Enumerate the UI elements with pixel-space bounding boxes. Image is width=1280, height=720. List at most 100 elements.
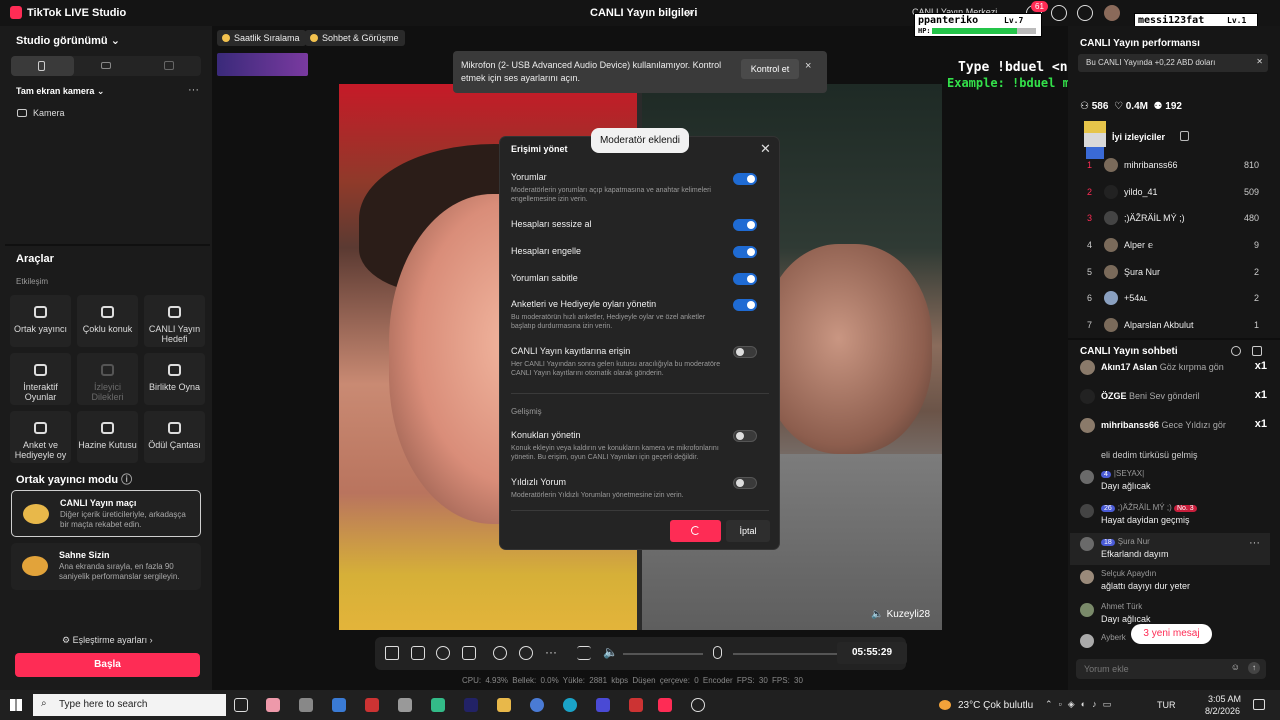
- chat-message[interactable]: Selçuk Apaydın ağlattı dayıyı dur yeter: [1077, 569, 1267, 599]
- more-options-icon[interactable]: ···: [188, 84, 199, 96]
- tool-cohost[interactable]: Ortak yayıncı: [10, 295, 71, 347]
- chat-message[interactable]: 4 |SEYAX| Dayı ağlıcak: [1077, 469, 1267, 499]
- chat-message-hovered[interactable]: 18 Şura Nur Efkarlandı dayım ···: [1070, 533, 1270, 565]
- windows-start-icon[interactable]: [10, 699, 22, 711]
- tool-reward-bag[interactable]: Ödül Çantası: [144, 411, 205, 463]
- microphone-icon[interactable]: [713, 646, 722, 659]
- taskbar-search[interactable]: ⌕ Type here to search: [33, 694, 226, 716]
- toggle-starred[interactable]: [733, 477, 757, 489]
- toggle-comments[interactable]: [733, 173, 757, 185]
- copilot-icon[interactable]: [266, 698, 280, 712]
- live-match-card[interactable]: CANLI Yayın maçı Diğer içerik üreticiler…: [11, 490, 201, 537]
- magic-wand-icon[interactable]: [385, 646, 399, 660]
- check-button[interactable]: Kontrol et: [741, 59, 799, 79]
- more-icon[interactable]: ···: [545, 645, 557, 659]
- app-icon[interactable]: [464, 698, 478, 712]
- avatar[interactable]: [1104, 5, 1120, 21]
- pairing-settings-link[interactable]: ⚙ Eşleştirme ayarları ›: [62, 635, 153, 646]
- settings-icon[interactable]: [519, 646, 533, 660]
- weather-text[interactable]: 23°C Çok bulutlu: [958, 700, 1033, 711]
- tool-multi-guest[interactable]: Çoklu konuk: [77, 295, 138, 347]
- more-icon[interactable]: ···: [1249, 537, 1260, 549]
- app-icon[interactable]: [629, 698, 643, 712]
- effects-icon[interactable]: [411, 646, 425, 660]
- app-icon[interactable]: [365, 698, 379, 712]
- close-icon[interactable]: ×: [805, 60, 811, 72]
- toggle-block[interactable]: [733, 246, 757, 258]
- filter-icon[interactable]: [436, 646, 450, 660]
- popout-icon[interactable]: [1252, 346, 1262, 356]
- start-live-button[interactable]: Başla: [15, 653, 200, 677]
- emoji-icon[interactable]: ☺: [1231, 662, 1240, 672]
- confirm-button-loading[interactable]: [670, 520, 721, 542]
- chat-settings-icon[interactable]: [1231, 346, 1241, 356]
- mail-icon[interactable]: [332, 698, 346, 712]
- tool-poll[interactable]: Anket ve Hediyeyle oy: [10, 411, 71, 463]
- volume-slider[interactable]: [623, 653, 703, 655]
- live-info-title[interactable]: CANLI Yayın bilgileri: [590, 7, 697, 19]
- ranking-row[interactable]: 2 yildo_41 509: [1077, 183, 1265, 203]
- ranking-row[interactable]: 6 +54ᴀʟ 2: [1077, 289, 1265, 309]
- cancel-button[interactable]: İptal: [726, 520, 770, 542]
- landscape-option[interactable]: [75, 56, 138, 76]
- likes-count: 0.4M: [1125, 101, 1148, 112]
- hourly-ranking-chip[interactable]: Saatlik Sıralama: [217, 30, 306, 46]
- close-icon[interactable]: ✕: [1256, 57, 1263, 66]
- chat-message[interactable]: 26 ;)ÄŽRÄİL MÝ ;) No. 3 Hayat dayidan geçm…: [1077, 503, 1267, 533]
- list-icon[interactable]: [1180, 131, 1189, 141]
- app-icon[interactable]: [691, 698, 705, 712]
- tool-live-goal[interactable]: CANLI Yayın Hedefi: [144, 295, 205, 347]
- stage-mode-card[interactable]: Sahne Sizin Ana ekranda sırayla, en fazl…: [11, 543, 201, 590]
- record-icon[interactable]: [493, 646, 507, 660]
- tool-interactive-games[interactable]: İnteraktif Oyunlar: [10, 353, 71, 405]
- info-icon[interactable]: ⓘ: [121, 474, 132, 486]
- studio-view-dropdown[interactable]: Studio görünümü ⌄: [16, 34, 120, 47]
- app-icon[interactable]: [299, 698, 313, 712]
- chrome-icon[interactable]: [530, 698, 544, 712]
- ranking-row[interactable]: 7 Alparslan Akbulut 1: [1077, 316, 1265, 336]
- app-icon[interactable]: [431, 698, 445, 712]
- toggle-mute[interactable]: [733, 219, 757, 231]
- notification-center-icon[interactable]: [1253, 699, 1265, 710]
- toggle-recordings[interactable]: [733, 346, 757, 358]
- settings-gear-icon[interactable]: [1077, 5, 1093, 21]
- rank-score: 9: [1253, 240, 1259, 250]
- ranking-row[interactable]: 4 Alper 𝕖 9: [1077, 236, 1265, 256]
- close-icon[interactable]: ✕: [760, 141, 771, 157]
- app-icon[interactable]: [596, 698, 610, 712]
- new-messages-pill[interactable]: 3 yeni mesaj: [1131, 624, 1212, 644]
- ranking-row[interactable]: 3 ;)ÄŽRÄİL MÝ ;) 480: [1077, 209, 1265, 229]
- portrait-option[interactable]: [11, 56, 74, 76]
- tool-play-together[interactable]: Birlikte Oyna: [144, 353, 205, 405]
- ranking-row[interactable]: 1 mihribanss66 810: [1077, 156, 1265, 176]
- player1-name: ppanteriko: [918, 15, 979, 26]
- tool-treasure-box[interactable]: Hazine Kutusu: [77, 411, 138, 463]
- ranking-row[interactable]: 5 Şura Nur 2: [1077, 263, 1265, 283]
- task-view-icon[interactable]: [234, 698, 248, 712]
- file-explorer-icon[interactable]: [497, 698, 511, 712]
- add-source-icon[interactable]: [462, 646, 476, 660]
- chat-input[interactable]: Yorum ekle ☺ ↑: [1076, 659, 1266, 679]
- send-icon[interactable]: ↑: [1248, 662, 1260, 674]
- speaker-icon[interactable]: 🔈: [603, 645, 618, 659]
- mic-slider[interactable]: [733, 653, 843, 655]
- help-icon[interactable]: [1051, 5, 1067, 21]
- toggle-pin[interactable]: [733, 273, 757, 285]
- clock-time[interactable]: 3:05 AM: [1208, 694, 1241, 704]
- clock-date[interactable]: 8/2/2026: [1205, 706, 1240, 716]
- dual-option[interactable]: [138, 56, 201, 76]
- mixer-icon[interactable]: [577, 646, 591, 660]
- perm-title: CANLI Yayın kayıtlarına erişin: [511, 346, 631, 356]
- chat-call-chip[interactable]: Sohbet & Görüşme: [305, 30, 405, 46]
- promo-banner[interactable]: [217, 53, 308, 76]
- toggle-polls[interactable]: [733, 299, 757, 311]
- language-indicator[interactable]: TUR: [1157, 700, 1176, 710]
- camera-source[interactable]: Kamera: [33, 108, 65, 118]
- tiktok-live-taskbar-icon[interactable]: [658, 698, 672, 712]
- scene-dropdown[interactable]: Tam ekran kamera ⌄: [16, 86, 104, 97]
- edge-icon[interactable]: [563, 698, 577, 712]
- system-tray-icons[interactable]: ⌃▫◈◐♪▭: [1045, 699, 1117, 710]
- toggle-guests[interactable]: [733, 430, 757, 442]
- app-icon[interactable]: [398, 698, 412, 712]
- share-icon[interactable]: ↗: [685, 7, 694, 20]
